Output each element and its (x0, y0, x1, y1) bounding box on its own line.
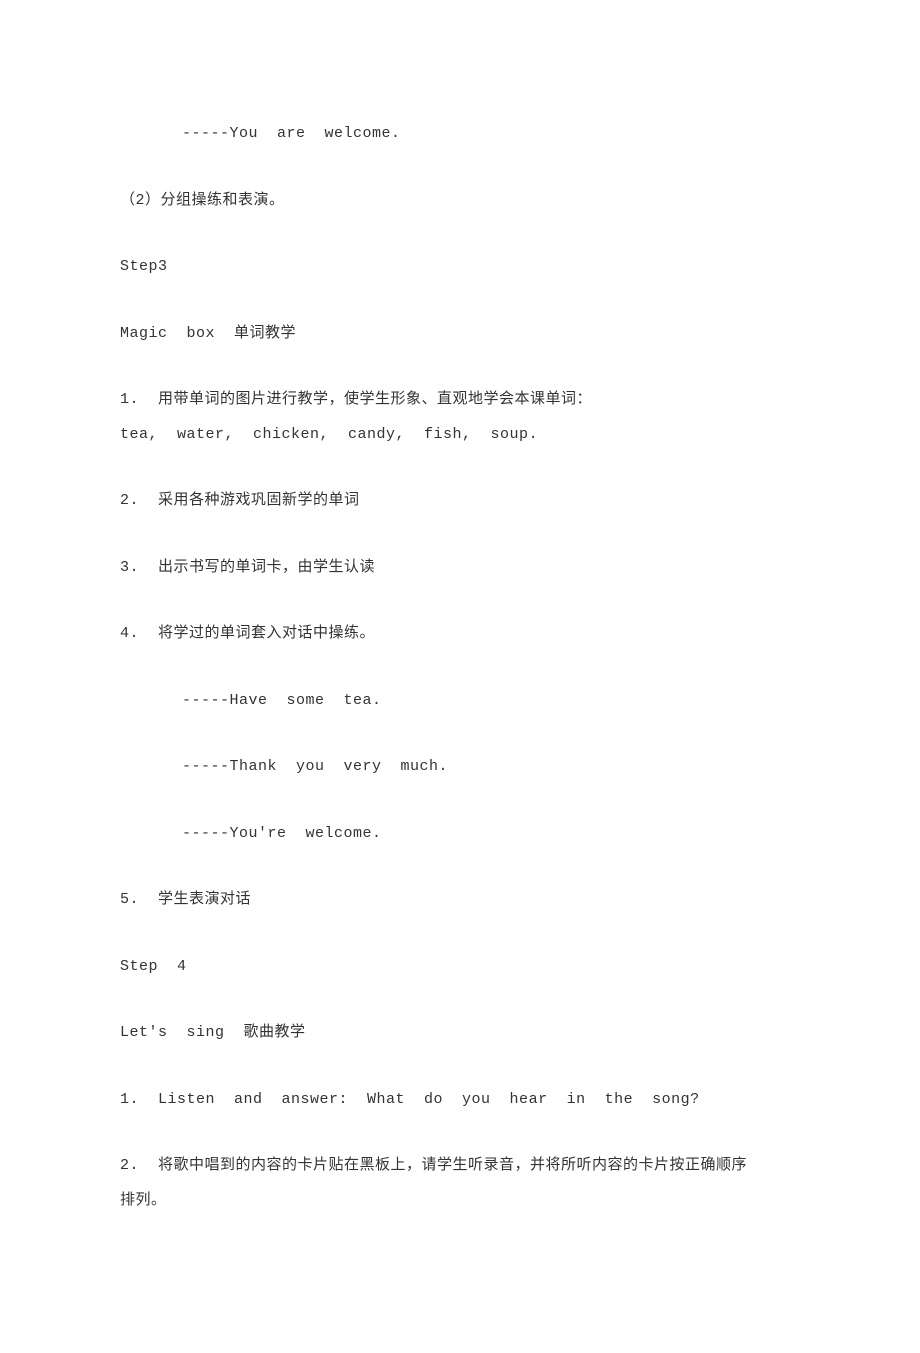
step-heading: Step3 (120, 253, 800, 282)
body-text: tea, water, chicken, candy, fish, soup. (120, 421, 800, 450)
list-item: 4. 将学过的单词套入对话中操练。 (120, 620, 800, 649)
list-item: 1. Listen and answer: What do you hear i… (120, 1086, 800, 1115)
body-text: 排列。 (120, 1187, 800, 1216)
body-text: （2）分组操练和表演。 (120, 187, 800, 216)
list-item: 2. 采用各种游戏巩固新学的单词 (120, 487, 800, 516)
dialogue-line: -----Thank you very much. (120, 753, 800, 782)
document-page: -----You are welcome. （2）分组操练和表演。 Step3 … (0, 0, 920, 1353)
step-heading: Step 4 (120, 953, 800, 982)
list-item: 2. 将歌中唱到的内容的卡片贴在黑板上，请学生听录音，并将所听内容的卡片按正确顺… (120, 1152, 800, 1181)
list-item: 5. 学生表演对话 (120, 886, 800, 915)
dialogue-line: -----Have some tea. (120, 687, 800, 716)
section-heading: Let's sing 歌曲教学 (120, 1019, 800, 1048)
list-item: 3. 出示书写的单词卡，由学生认读 (120, 554, 800, 583)
section-heading: Magic box 单词教学 (120, 320, 800, 349)
dialogue-line: -----You're welcome. (120, 820, 800, 849)
list-item: 1. 用带单词的图片进行教学，使学生形象、直观地学会本课单词： (120, 386, 800, 415)
dialogue-line: -----You are welcome. (120, 120, 800, 149)
